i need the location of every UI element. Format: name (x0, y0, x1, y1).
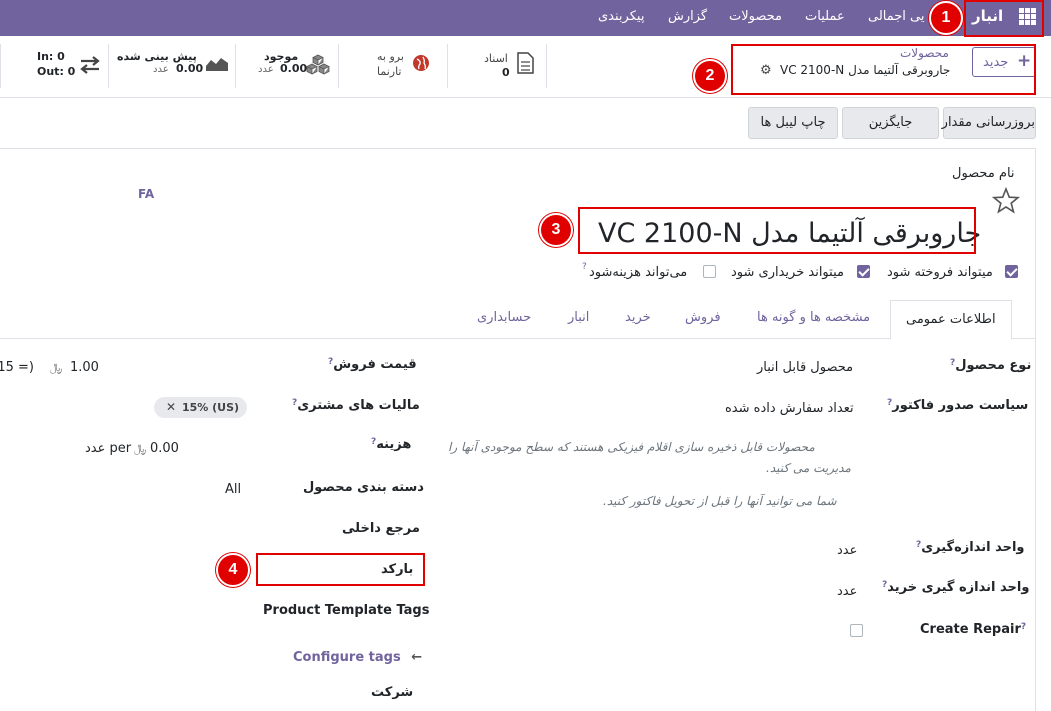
expense-ok-label: می‌تواند هزینه‌شود (589, 265, 688, 280)
cost-currency: ﷼ (134, 442, 147, 455)
annotation-number-1: 1 (929, 1, 963, 35)
tab-sales[interactable]: فروش (685, 310, 721, 325)
cost-label: هزینه? (371, 437, 412, 452)
language-badge[interactable]: FA (138, 187, 154, 201)
annotation-box-1 (964, 0, 1044, 37)
uom-label: واحد اندازه‌گیری? (916, 540, 1025, 555)
menu-configuration[interactable]: پیکربندی (598, 9, 644, 24)
product-category-value[interactable]: All (225, 482, 241, 497)
go-to-website-line1: برو به (377, 50, 404, 63)
product-type-label: نوع محصول? (950, 358, 1032, 373)
forecast-unit: عدد (153, 64, 169, 75)
purchase-ok-label: میتواند خریداری شود (731, 265, 844, 280)
print-labels-button[interactable]: چاپ لیبل ها (748, 107, 838, 139)
menu-operations[interactable]: عملیات (805, 9, 845, 24)
cubes-icon (306, 54, 330, 75)
product-name-label: نام محصول (952, 166, 1015, 181)
area-chart-icon (206, 58, 228, 71)
sale-ok-checkbox[interactable] (1005, 265, 1018, 278)
stat-button-forecast[interactable]: پیش بینی شده 0.00 عدد (108, 44, 235, 88)
purchase-uom-value[interactable]: عدد (837, 584, 857, 599)
tab-inventory[interactable]: انبار (568, 310, 589, 325)
purchase-uom-label: واحد اندازه گیری خرید? (882, 580, 1030, 595)
customer-tax-tag: ✕ 15% (US) (154, 397, 247, 418)
configure-tags-link[interactable]: Configure tags ← (293, 650, 422, 665)
stat-button-documents[interactable]: اسناد 0 (447, 44, 547, 88)
cost-value[interactable]: 0.00 (150, 441, 179, 456)
cost-per-unit: per عدد (85, 441, 132, 456)
customer-taxes-label: مالیات های مشتری? (292, 398, 420, 413)
configure-tags-label: Configure tags (293, 650, 401, 665)
update-quantity-button[interactable]: بروزرسانی مقدار (942, 107, 1036, 139)
top-navbar: انبار یی اجمالی عملیات محصولات گزارش پیک… (0, 0, 1051, 36)
customer-tax-tag-text: 15% (US) (182, 401, 240, 414)
menu-reporting[interactable]: گزارش (668, 9, 707, 24)
out-count: Out: 0 (37, 65, 76, 78)
product-type-value[interactable]: محصول قابل انبار (757, 360, 853, 375)
replenish-button[interactable]: جایگزین (842, 107, 939, 139)
annotation-box-2 (731, 44, 1036, 95)
go-to-website-line2: تارنما (377, 65, 402, 78)
globe-icon (413, 55, 429, 71)
star-icon[interactable] (992, 187, 1020, 214)
product-category-label: دسته بندی محصول (303, 480, 424, 495)
invoice-policy-help: شما می توانید آنها را قبل از تحویل فاکتو… (603, 494, 837, 508)
document-icon (517, 52, 534, 74)
invoice-policy-value[interactable]: تعداد سفارش داده شده (725, 401, 854, 416)
forecast-value: 0.00 (176, 62, 204, 75)
product-type-help-line2: مدیریت می کنید. (766, 461, 851, 475)
on-hand-value: 0.00 (280, 62, 308, 75)
menu-overview[interactable]: یی اجمالی (868, 9, 925, 24)
expense-ok-checkbox[interactable] (703, 265, 716, 278)
stat-button-on-hand[interactable]: موجود 0.00 عدد (235, 44, 338, 88)
product-type-help-line1: محصولات قابل ذخیره سازی اقلام فیزیکی هست… (448, 440, 815, 454)
help-icon[interactable]: ? (582, 262, 587, 272)
sales-price-value[interactable]: 1.00 (70, 360, 99, 375)
tab-general-information[interactable]: اطلاعات عمومی (890, 300, 1012, 340)
uom-value[interactable]: عدد (837, 543, 857, 558)
tab-accounting[interactable]: حسابداری (477, 310, 531, 325)
sales-price-label: قیمت فروش? (328, 357, 417, 372)
sale-ok-label: میتواند فروخته شود (887, 265, 993, 280)
stat-button-go-to-website[interactable]: برو به تارنما (338, 44, 447, 88)
arrow-left-icon: ← (411, 650, 423, 665)
annotation-box-4 (256, 553, 425, 586)
annotation-number-2: 2 (693, 59, 727, 93)
purchase-ok-checkbox[interactable] (857, 265, 870, 278)
annotation-number-4: 4 (216, 553, 250, 587)
invoice-policy-label: سیاست صدور فاکتور? (887, 398, 1029, 413)
company-label: شرکت (371, 685, 414, 700)
tab-attributes-variants[interactable]: مشخصه ها و گونه ها (757, 310, 870, 325)
create-repair-label: ?Create Repair (920, 622, 1027, 637)
remove-tag-icon[interactable]: ✕ (166, 400, 176, 414)
menu-products[interactable]: محصولات (729, 9, 782, 24)
documents-count: 0 (502, 66, 510, 79)
annotation-box-3 (578, 207, 976, 254)
tab-purchase[interactable]: خرید (625, 310, 651, 325)
create-repair-checkbox[interactable] (850, 624, 863, 637)
documents-label: اسناد (484, 52, 508, 65)
sales-price-extra: (= 15. (0, 360, 34, 375)
product-template-tags-label: Product Template Tags (263, 603, 430, 618)
annotation-number-3: 3 (539, 213, 573, 247)
sales-price-currency: ﷼ (50, 361, 63, 374)
on-hand-unit: عدد (258, 64, 274, 75)
internal-reference-label: مرجع داخلی (342, 521, 420, 536)
in-count: In: 0 (37, 50, 65, 63)
stat-button-in-out[interactable]: In: 0 Out: 0 (0, 44, 108, 88)
exchange-icon (80, 56, 100, 74)
